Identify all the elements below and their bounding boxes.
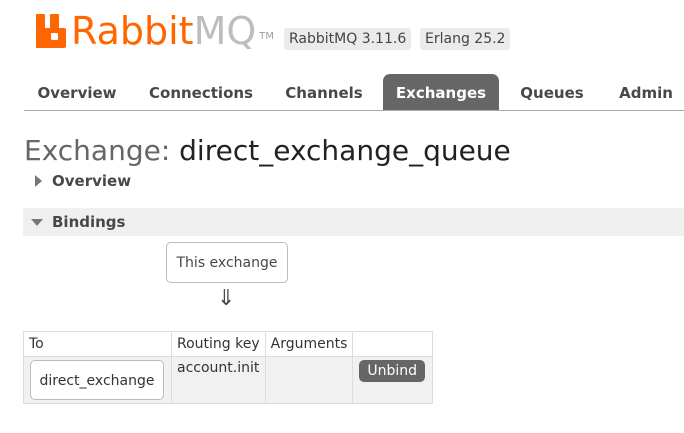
table-row: direct_exchange account.init Unbind — [23, 356, 434, 404]
column-header-routing-key: Routing key — [171, 331, 266, 357]
page-title-prefix: Exchange: — [24, 134, 180, 167]
erlang-badge: Erlang 25.2 — [420, 28, 511, 50]
bindings-table: To Routing key Arguments direct_exchange… — [23, 331, 434, 404]
tab-overview[interactable]: Overview — [24, 74, 130, 110]
tab-admin[interactable]: Admin — [609, 74, 683, 110]
tab-connections[interactable]: Connections — [142, 74, 260, 110]
logo-text-mq: MQ — [193, 9, 257, 53]
binding-destination-link[interactable]: direct_exchange — [30, 360, 164, 400]
binding-arguments — [264, 356, 354, 404]
bindings-header-row: To Routing key Arguments — [23, 331, 434, 357]
bindings-section-toggle[interactable]: Bindings — [23, 208, 684, 236]
tab-queues[interactable]: Queues — [511, 74, 593, 110]
tab-channels[interactable]: Channels — [276, 74, 372, 110]
rabbitmq-logo-icon — [36, 14, 66, 48]
tab-exchanges[interactable]: Exchanges — [383, 74, 499, 110]
triangle-right-icon — [35, 175, 42, 187]
overview-section-toggle[interactable]: Overview — [24, 170, 131, 192]
unbind-button[interactable]: Unbind — [359, 360, 426, 382]
triangle-down-icon — [31, 219, 43, 226]
double-arrow-down-icon: ⇓ — [217, 286, 236, 311]
column-header-to: To — [23, 331, 172, 357]
binding-action-cell: Unbind — [352, 356, 434, 404]
binding-routing-key: account.init — [171, 356, 266, 404]
page-title: Exchange: direct_exchange_queue — [24, 134, 511, 168]
this-exchange-box: This exchange — [166, 242, 288, 283]
binding-destination-cell: direct_exchange — [23, 356, 172, 404]
logo-trademark: TM — [259, 31, 275, 42]
column-header-actions — [352, 331, 434, 357]
bindings-section-label: Bindings — [52, 213, 126, 231]
main-nav-tabs: Overview Connections Channels Exchanges … — [24, 74, 684, 111]
column-header-arguments: Arguments — [264, 331, 354, 357]
logo-text-rabbit: Rabbit — [71, 9, 194, 53]
overview-section-label: Overview — [52, 172, 132, 190]
logo-wordmark: RabbitMQ — [71, 12, 256, 50]
exchange-name: direct_exchange_queue — [179, 134, 511, 167]
rabbitmq-logo[interactable]: RabbitMQ TM — [36, 10, 274, 50]
version-badge: RabbitMQ 3.11.6 — [284, 28, 412, 50]
